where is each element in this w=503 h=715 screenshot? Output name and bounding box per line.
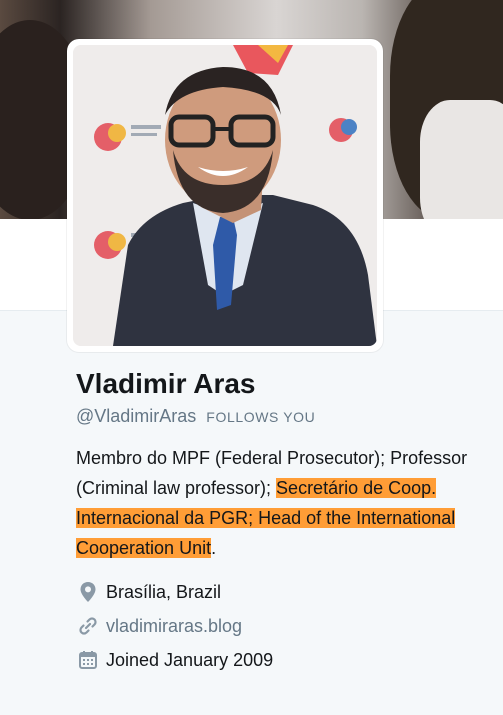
profile-card: Vladimir Aras @VladimirAras FOLLOWS YOU …	[76, 366, 496, 677]
handle-row: @VladimirAras FOLLOWS YOU	[76, 406, 496, 427]
avatar[interactable]	[73, 45, 377, 346]
profile-bio: Membro do MPF (Federal Prosecutor); Prof…	[76, 443, 476, 563]
website-link[interactable]: vladimiraras.blog	[106, 616, 242, 637]
joined-text: Joined January 2009	[106, 649, 274, 670]
bio-text-end: .	[211, 538, 217, 558]
calendar-icon	[76, 648, 100, 672]
map-pin-icon	[76, 580, 100, 604]
link-icon	[76, 614, 100, 638]
avatar-photo	[73, 45, 377, 346]
profile-meta: Brasília, Brazil vladimiraras.blog Joine…	[76, 575, 496, 677]
avatar-frame[interactable]	[67, 39, 383, 352]
profile-name[interactable]: Vladimir Aras	[76, 366, 496, 402]
location-text: Brasília, Brazil	[106, 581, 222, 602]
banner-shape	[420, 100, 503, 219]
follows-you-badge: FOLLOWS YOU	[206, 408, 316, 425]
location-row: Brasília, Brazil	[76, 575, 496, 609]
joined-row: Joined January 2009	[76, 643, 496, 677]
profile-handle[interactable]: @VladimirAras	[76, 406, 196, 427]
website-row: vladimiraras.blog	[76, 609, 496, 643]
